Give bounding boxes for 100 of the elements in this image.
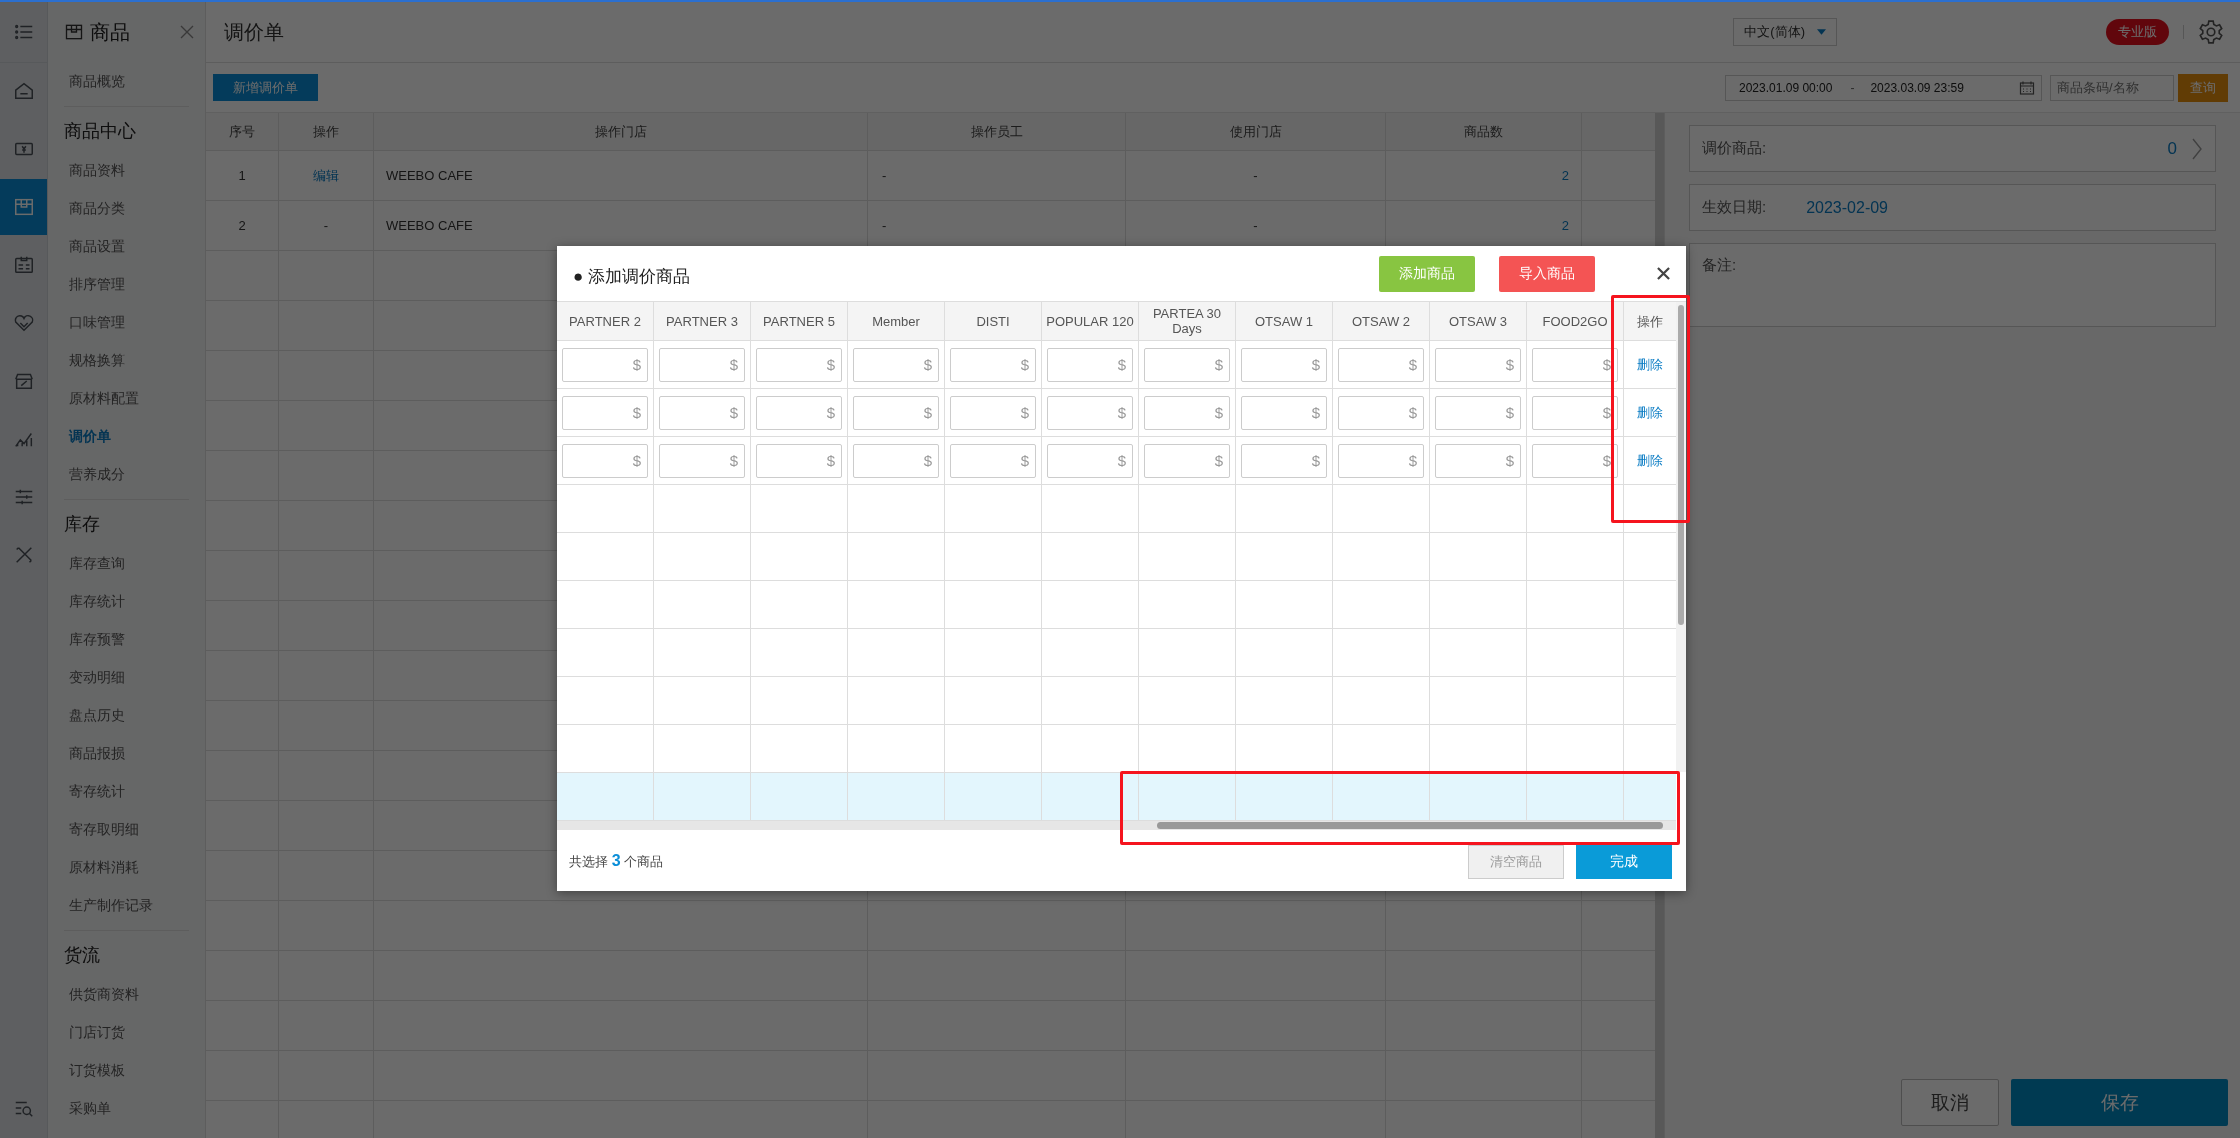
price-field[interactable]: $ (756, 347, 842, 382)
price-field[interactable]: $ (1338, 395, 1424, 430)
price-field[interactable]: $ (562, 347, 648, 382)
price-field[interactable]: $ (1338, 443, 1424, 478)
column-header: 序号 (206, 113, 279, 150)
sidebar-item[interactable]: 库存预警 (64, 620, 189, 658)
sidebar-item[interactable]: 库存统计 (64, 582, 189, 620)
price-field[interactable]: $ (659, 347, 745, 382)
sidebar-item[interactable]: 生产制作记录 (64, 886, 189, 924)
column-header: PARTNER 2 (557, 302, 654, 340)
table-cell: - (323, 218, 329, 233)
add-product-button[interactable]: 添加商品 (1379, 255, 1475, 292)
price-field[interactable]: $ (659, 443, 745, 478)
table-cell: - (868, 151, 1126, 200)
close-icon[interactable] (1657, 267, 1670, 280)
price-field[interactable]: $ (1144, 347, 1230, 382)
sidebar-item[interactable]: 商品概览 (64, 62, 189, 100)
price-field[interactable]: $ (1047, 395, 1133, 430)
sidebar-item[interactable]: 调价单 (64, 417, 189, 455)
products-field[interactable]: 调价商品: 0 (1689, 125, 2216, 172)
sidebar-item[interactable]: 商品资料 (64, 151, 189, 189)
price-field[interactable]: $ (1435, 443, 1521, 478)
price-field[interactable]: $ (950, 347, 1036, 382)
sidebar-item[interactable]: 库存查询 (64, 544, 189, 582)
table-cell: - (1126, 151, 1386, 200)
sidebar-item[interactable]: 门店订货 (64, 1013, 189, 1051)
edit-link[interactable]: 编辑 (313, 166, 339, 185)
sidebar-item[interactable]: 供货商资料 (64, 975, 189, 1013)
done-button[interactable]: 完成 (1576, 844, 1672, 879)
sidebar-item[interactable]: 盘点历史 (64, 696, 189, 734)
price-field[interactable]: $ (1144, 443, 1230, 478)
price-field[interactable]: $ (1047, 443, 1133, 478)
sidebar-item[interactable]: 商品报损 (64, 734, 189, 772)
price-field[interactable]: $ (1241, 395, 1327, 430)
price-field[interactable]: $ (1144, 395, 1230, 430)
selection-summary: 共选择 3 个商品 (569, 852, 665, 871)
price-field[interactable]: $ (1435, 395, 1521, 430)
sidebar-item[interactable]: 商品设置 (64, 227, 189, 265)
sidebar-item[interactable]: 营养成分 (64, 455, 189, 493)
price-field[interactable]: $ (853, 395, 939, 430)
sidebar-group-title: 货流 (64, 944, 101, 967)
sidebar-item[interactable]: 商品分类 (64, 189, 189, 227)
column-header: FOOD2GO (1527, 302, 1624, 340)
column-header: OTSAW 2 (1333, 302, 1430, 340)
table-cell: 1 (206, 151, 279, 200)
price-field[interactable]: $ (1338, 347, 1424, 382)
price-field[interactable]: $ (756, 395, 842, 430)
edition-badge: 专业版 (2106, 19, 2169, 45)
count-link[interactable]: 2 (1561, 168, 1569, 183)
sidebar-item[interactable]: 寄存取明细 (64, 810, 189, 848)
column-header: PARTNER 3 (654, 302, 751, 340)
scrollbar[interactable] (1157, 822, 1663, 829)
note-field[interactable]: 备注: (1689, 243, 2216, 327)
price-field[interactable]: $ (562, 443, 648, 478)
price-field[interactable]: $ (756, 443, 842, 478)
cancel-button[interactable]: 取消 (1901, 1079, 1999, 1126)
price-field[interactable]: $ (853, 347, 939, 382)
count-link[interactable]: 2 (1561, 218, 1569, 233)
calendar-icon (2019, 79, 2035, 96)
sidebar-item[interactable]: 排序管理 (64, 265, 189, 303)
settings-icon[interactable] (2198, 19, 2224, 45)
new-price-order-button[interactable]: 新增调价单 (213, 74, 318, 101)
save-button[interactable]: 保存 (2011, 1079, 2228, 1126)
query-button[interactable]: 查询 (2178, 73, 2228, 102)
delete-link[interactable]: 删除 (1637, 405, 1663, 420)
sidebar-item[interactable]: 采购单 (64, 1089, 189, 1127)
date-range-field[interactable]: 2023.01.09 00:00 - 2023.03.09 23:59 (1725, 74, 2042, 101)
column-header: 操作 (279, 113, 374, 150)
column-header: POPULAR 120 (1042, 302, 1139, 340)
price-field[interactable]: $ (659, 395, 745, 430)
chevron-right-icon (2191, 136, 2203, 161)
box-icon (64, 22, 84, 42)
delete-link[interactable]: 删除 (1637, 357, 1663, 372)
price-field[interactable]: $ (853, 443, 939, 478)
sidebar-item[interactable]: 规格换算 (64, 341, 189, 379)
price-field[interactable]: $ (950, 395, 1036, 430)
price-field[interactable]: $ (1241, 347, 1327, 382)
delete-link[interactable]: 删除 (1637, 453, 1663, 468)
column-header: 操作门店 (374, 113, 868, 150)
id-card-icon (12, 254, 35, 276)
column-header: OTSAW 1 (1236, 302, 1333, 340)
dialog-title: ● 添加调价商品 (573, 266, 691, 288)
import-product-button[interactable]: 导入商品 (1499, 255, 1595, 292)
language-select[interactable]: 中文(简体) (1733, 18, 1837, 46)
price-field[interactable]: $ (1435, 347, 1521, 382)
effective-date-field[interactable]: 生效日期: 2023-02-09 (1689, 184, 2216, 231)
sidebar-item[interactable]: 订货模板 (64, 1051, 189, 1089)
column-header: PARTEA 30 Days (1139, 302, 1236, 340)
sidebar-item[interactable]: 原材料配置 (64, 379, 189, 417)
price-field[interactable]: $ (1047, 347, 1133, 382)
sidebar-item[interactable]: 原材料消耗 (64, 848, 189, 886)
price-field[interactable]: $ (1241, 443, 1327, 478)
column-header: 操作 (1636, 312, 1664, 331)
price-field[interactable]: $ (950, 443, 1036, 478)
caret-icon (1817, 29, 1826, 35)
column-header: 使用门店 (1126, 113, 1386, 150)
sidebar-item[interactable]: 寄存统计 (64, 772, 189, 810)
sidebar-item[interactable]: 变动明细 (64, 658, 189, 696)
price-field[interactable]: $ (562, 395, 648, 430)
scrollbar[interactable] (1678, 305, 1684, 625)
